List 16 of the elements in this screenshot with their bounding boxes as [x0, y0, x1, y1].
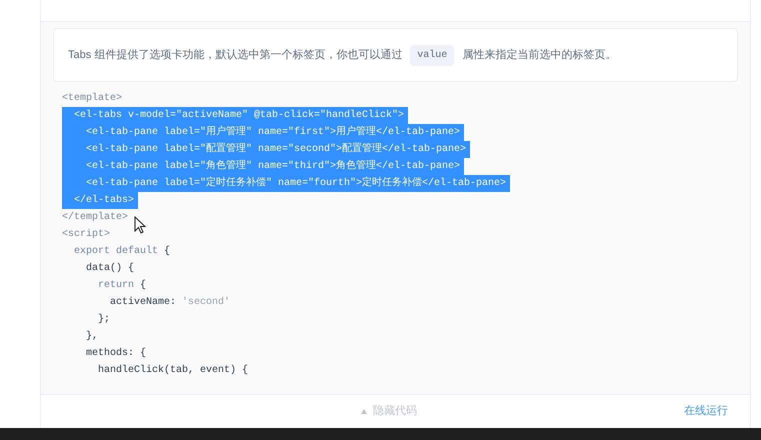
code-line: methods: { — [85, 346, 148, 361]
hide-code-toggle[interactable]: 隐藏代码 — [373, 403, 417, 420]
code-line: }; — [97, 312, 112, 327]
code-line: }, — [85, 330, 100, 344]
code-line: <script> — [62, 228, 112, 242]
code-line: activeName: 'second' — [109, 296, 232, 310]
code-line: <template> — [62, 92, 124, 106]
code-line: </template> — [62, 210, 130, 225]
description-text: Tabs 组件提供了选项卡功能，默认选中第一个标签页，你也可以通过 value 属性来指定当前选中的标签页。 — [68, 44, 616, 66]
mouse-cursor-icon — [134, 216, 146, 234]
caret-up-icon — [361, 409, 367, 414]
run-online-link[interactable]: 在线运行 — [684, 403, 728, 420]
code-line: handleClick(tab, event) { — [97, 364, 250, 378]
code-line: return { — [97, 278, 148, 293]
code-line: export default { — [73, 244, 172, 259]
code-line: data() { — [85, 262, 136, 276]
